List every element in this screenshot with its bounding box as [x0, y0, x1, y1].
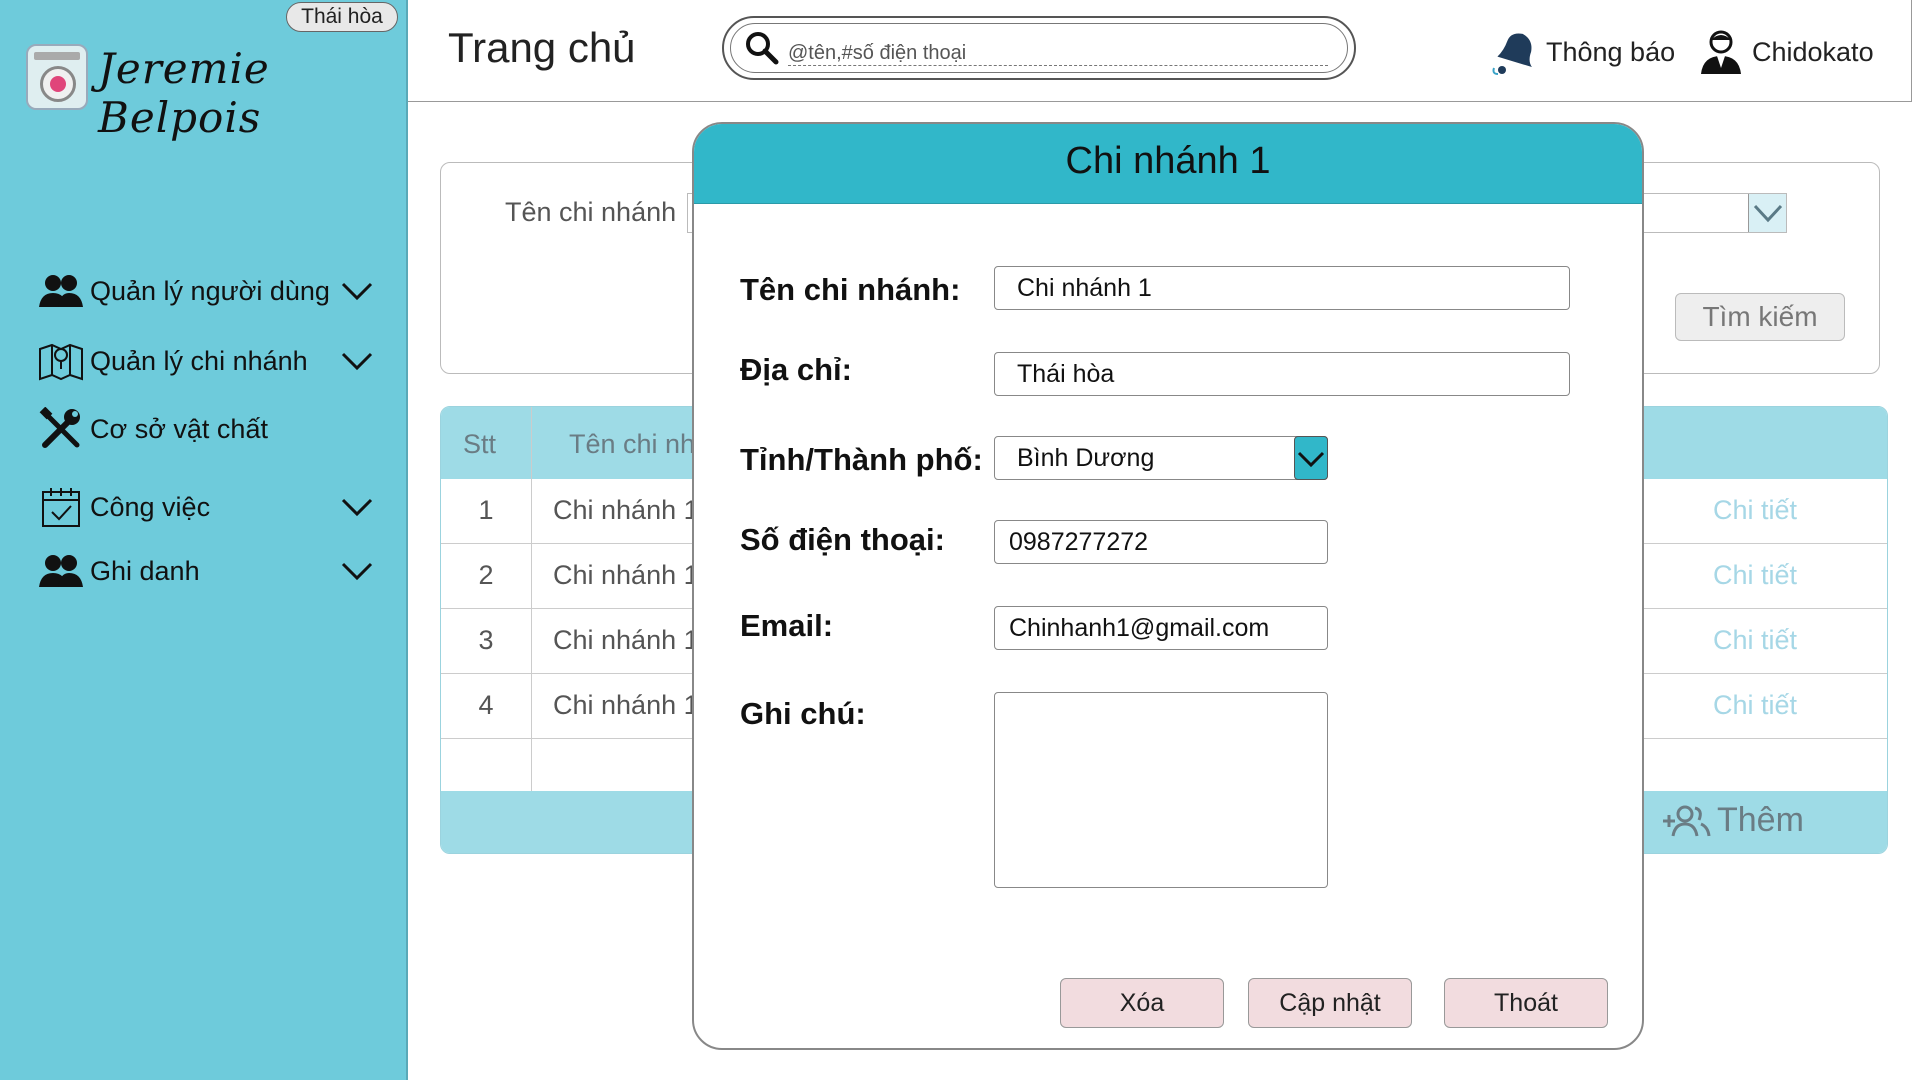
- update-button[interactable]: Cập nhật: [1248, 978, 1412, 1028]
- logo-icon: [26, 44, 88, 110]
- sidebar-item-label: Công việc: [90, 491, 211, 522]
- location-badge[interactable]: Thái hòa: [286, 2, 398, 32]
- note-label: Ghi chú:: [740, 696, 866, 731]
- chevron-down-icon[interactable]: [1748, 194, 1786, 232]
- sidebar-item-branch-management[interactable]: Quản lý chi nhánh: [36, 336, 376, 386]
- user-menu[interactable]: Chidokato: [1698, 28, 1874, 76]
- sidebar-item-label: Quản lý chi nhánh: [90, 345, 308, 376]
- detail-link[interactable]: Chi tiết: [1713, 560, 1797, 591]
- row-name: Chi nhánh 1: [553, 495, 699, 525]
- row-name: Chi nhánh 1: [553, 625, 699, 655]
- sidebar-item-enrollment[interactable]: Ghi danh: [36, 546, 376, 596]
- chevron-down-icon[interactable]: [340, 346, 374, 374]
- user-name: Chidokato: [1752, 36, 1874, 67]
- modal-header: Chi nhánh 1: [694, 124, 1642, 204]
- sidebar-item-label: Cơ sở vật chất: [90, 413, 268, 444]
- row-stt: 2: [478, 560, 494, 590]
- detail-link[interactable]: Chi tiết: [1713, 495, 1797, 526]
- add-button-label: Thêm: [1717, 801, 1804, 839]
- search-input[interactable]: @tên,#số điện thoại: [722, 16, 1356, 80]
- email-label: Email:: [740, 608, 834, 643]
- notifications-label: Thông báo: [1546, 36, 1676, 67]
- detail-link[interactable]: Chi tiết: [1713, 690, 1797, 721]
- phone-field[interactable]: 0987277272: [994, 520, 1328, 564]
- row-name: Chi nhánh 1: [553, 560, 699, 590]
- modal-title: Chi nhánh 1: [1065, 140, 1271, 182]
- sidebar-item-label: Ghi danh: [90, 555, 200, 586]
- brand-name: Jeremie Belpois: [98, 44, 270, 142]
- sidebar-item-facilities[interactable]: Cơ sở vật chất: [36, 404, 376, 454]
- branch-name-label: Tên chi nhánh:: [740, 272, 961, 307]
- address-field[interactable]: Thái hòa: [994, 352, 1570, 396]
- branch-name-field[interactable]: Chi nhánh 1: [994, 266, 1570, 310]
- add-user-icon: [1663, 805, 1711, 836]
- delete-button[interactable]: Xóa: [1060, 978, 1224, 1028]
- column-header-name: Tên chi nh: [569, 429, 696, 459]
- search-placeholder: @tên,#số điện thoại: [788, 42, 1328, 66]
- column-header-stt: Stt: [463, 429, 497, 459]
- row-stt: 3: [478, 625, 494, 655]
- sidebar-item-user-management[interactable]: Quản lý người dùng: [36, 266, 376, 316]
- note-textarea[interactable]: [994, 692, 1328, 888]
- search-button[interactable]: Tìm kiếm: [1675, 293, 1845, 341]
- calendar-check-icon: [36, 484, 86, 530]
- detail-link[interactable]: Chi tiết: [1713, 625, 1797, 656]
- chevron-down-icon[interactable]: [340, 556, 374, 584]
- address-label: Địa chỉ:: [740, 352, 852, 387]
- notifications-button[interactable]: Thông báo: [1490, 28, 1675, 76]
- chevron-down-icon[interactable]: [1294, 436, 1328, 480]
- row-stt: 4: [478, 690, 494, 720]
- map-icon: [36, 338, 86, 384]
- exit-button[interactable]: Thoát: [1444, 978, 1608, 1028]
- tools-icon: [36, 406, 86, 452]
- chevron-down-icon[interactable]: [340, 276, 374, 304]
- email-field[interactable]: Chinhanh1@gmail.com: [994, 606, 1328, 650]
- province-label: Tỉnh/Thành phố:: [740, 442, 983, 477]
- users-icon: [36, 268, 86, 314]
- sidebar-item-label: Quản lý người dùng: [90, 275, 330, 306]
- top-header: Trang chủ @tên,#số điện thoại Thông báo …: [408, 0, 1912, 102]
- users-icon: [36, 548, 86, 594]
- search-icon: [746, 32, 779, 65]
- province-select[interactable]: Bình Dương: [994, 436, 1328, 480]
- filter-label: Tên chi nhánh: [505, 197, 677, 227]
- page-title: Trang chủ: [448, 24, 636, 71]
- branch-detail-modal: Chi nhánh 1 Tên chi nhánh: Chi nhánh 1 Đ…: [692, 122, 1644, 1050]
- sidebar-item-tasks[interactable]: Công việc: [36, 482, 376, 532]
- phone-label: Số điện thoại:: [740, 522, 945, 557]
- row-name: Chi nhánh 1: [553, 690, 699, 720]
- sidebar: Thái hòa Jeremie Belpois Quản lý người d…: [0, 0, 408, 1080]
- bell-icon: [1492, 33, 1532, 75]
- user-avatar-icon: [1701, 30, 1741, 74]
- province-value: Bình Dương: [1017, 444, 1155, 472]
- row-stt: 1: [478, 495, 494, 525]
- add-branch-button[interactable]: Thêm: [1661, 801, 1804, 840]
- chevron-down-icon[interactable]: [340, 492, 374, 520]
